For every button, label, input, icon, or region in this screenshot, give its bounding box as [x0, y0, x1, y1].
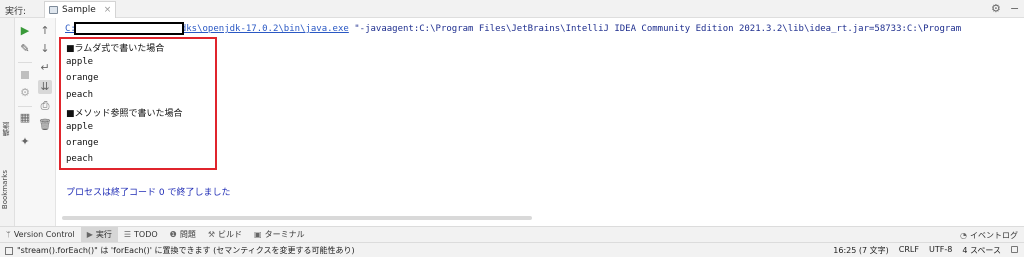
- event-log-icon: ◔: [960, 230, 967, 240]
- indent-setting[interactable]: 4 スペース: [962, 245, 1001, 256]
- caret-position[interactable]: 16:25 (7 文字): [833, 245, 888, 256]
- tool-label: ビルド: [218, 230, 243, 239]
- print-icon[interactable]: ⎙: [38, 99, 52, 113]
- dump-threads-icon[interactable]: ⚙: [18, 86, 32, 100]
- console-tools-column: ↑ ↓ ↵ ⇊ ⎙ 🗑: [35, 18, 56, 226]
- command-line: C: dks\openjdk-17.0.2\bin\java.exe "-java…: [65, 24, 961, 34]
- divider: [18, 62, 32, 63]
- tool-label: ターミナル: [264, 230, 305, 239]
- command-args: "-javaagent:C:\Program Files\JetBrains\I…: [348, 24, 962, 34]
- tool-label: 問題: [179, 230, 196, 239]
- highlight-box: [59, 37, 217, 170]
- status-message[interactable]: "stream().forEach()" は 'forEach()' に置換でき…: [5, 245, 355, 256]
- tool-todo[interactable]: ☰ TODO: [118, 227, 164, 243]
- tool-build[interactable]: ⚒ ビルド: [202, 227, 248, 243]
- tab-sample[interactable]: Sample ×: [44, 1, 116, 18]
- tool-label: Version Control: [13, 230, 75, 239]
- scroll-to-end-icon[interactable]: ⇊: [38, 80, 52, 94]
- down-arrow-icon[interactable]: ↓: [38, 42, 52, 56]
- hammer-icon: ⚒: [207, 230, 216, 239]
- minimize-icon[interactable]: −: [1010, 3, 1019, 14]
- divider: [18, 106, 32, 107]
- java-path-link-rest[interactable]: dks\openjdk-17.0.2\bin\java.exe: [181, 24, 349, 34]
- tool-label: 実行: [95, 230, 112, 239]
- tool-terminal[interactable]: ▣ ターミナル: [248, 227, 311, 243]
- tool-problems[interactable]: ❶ 問題: [164, 227, 202, 243]
- status-widgets: 16:25 (7 文字) CRLF UTF-8 4 スペース: [833, 245, 1018, 256]
- tool-window-bar: ᛘ Version Control ▶ 実行 ☰ TODO ❶ 問題 ⚒ ビルド…: [0, 226, 1024, 243]
- tab-label: Sample: [62, 5, 96, 15]
- rerun-icon[interactable]: ▶: [18, 24, 32, 38]
- list-icon: ☰: [123, 230, 132, 239]
- wrench-icon[interactable]: ✎: [18, 42, 32, 56]
- status-bar: "stream().forEach()" は 'forEach()' に置換でき…: [0, 242, 1024, 257]
- window-icon: [5, 246, 13, 255]
- file-encoding[interactable]: UTF-8: [929, 245, 952, 256]
- layout-icon[interactable]: ▦: [18, 111, 32, 125]
- exit-message: プロセスは終了コード 0 で終了しました: [66, 188, 231, 198]
- event-log-label: イベントログ: [970, 230, 1018, 240]
- run-icon: ▶: [86, 230, 93, 239]
- branch-icon: ᛘ: [6, 230, 11, 239]
- run-header: 実行: Sample × ⚙ −: [0, 0, 1024, 18]
- redaction-box: [74, 22, 184, 35]
- problems-icon: ❶: [169, 230, 177, 239]
- console-icon: [49, 6, 58, 14]
- tool-run[interactable]: ▶ 実行: [80, 226, 118, 243]
- close-icon[interactable]: ×: [104, 5, 112, 15]
- lock-icon[interactable]: [1011, 246, 1018, 253]
- soft-wrap-icon[interactable]: ↵: [38, 61, 52, 75]
- run-label: 実行:: [5, 7, 27, 17]
- tool-version-control[interactable]: ᛘ Version Control: [0, 227, 81, 243]
- terminal-icon: ▣: [254, 230, 262, 239]
- horizontal-scrollbar[interactable]: [62, 216, 532, 220]
- ide-run-window: 実行: Sample × ⚙ − 構造 Bookmarks ▶ ✎ ⚙ ▦ ✦ …: [0, 0, 1024, 257]
- trash-icon[interactable]: 🗑: [38, 118, 52, 132]
- run-tools-column: ▶ ✎ ⚙ ▦ ✦: [15, 18, 35, 226]
- event-log-button[interactable]: ◔ イベントログ: [960, 227, 1018, 243]
- bookmarks-pane-label[interactable]: Bookmarks: [1, 170, 9, 209]
- side-pane-strip: 構造 Bookmarks: [0, 18, 15, 226]
- structure-pane-label[interactable]: 構造: [1, 122, 11, 136]
- line-separator[interactable]: CRLF: [899, 245, 919, 256]
- stop-icon[interactable]: [18, 68, 32, 82]
- up-arrow-icon[interactable]: ↑: [38, 24, 52, 38]
- pin-icon[interactable]: ✦: [18, 135, 32, 149]
- console-output[interactable]: C: dks\openjdk-17.0.2\bin\java.exe "-java…: [56, 18, 1024, 226]
- tool-label: TODO: [134, 230, 158, 239]
- status-message-text: "stream().forEach()" は 'forEach()' に置換でき…: [17, 246, 355, 255]
- gear-icon[interactable]: ⚙: [991, 3, 1001, 14]
